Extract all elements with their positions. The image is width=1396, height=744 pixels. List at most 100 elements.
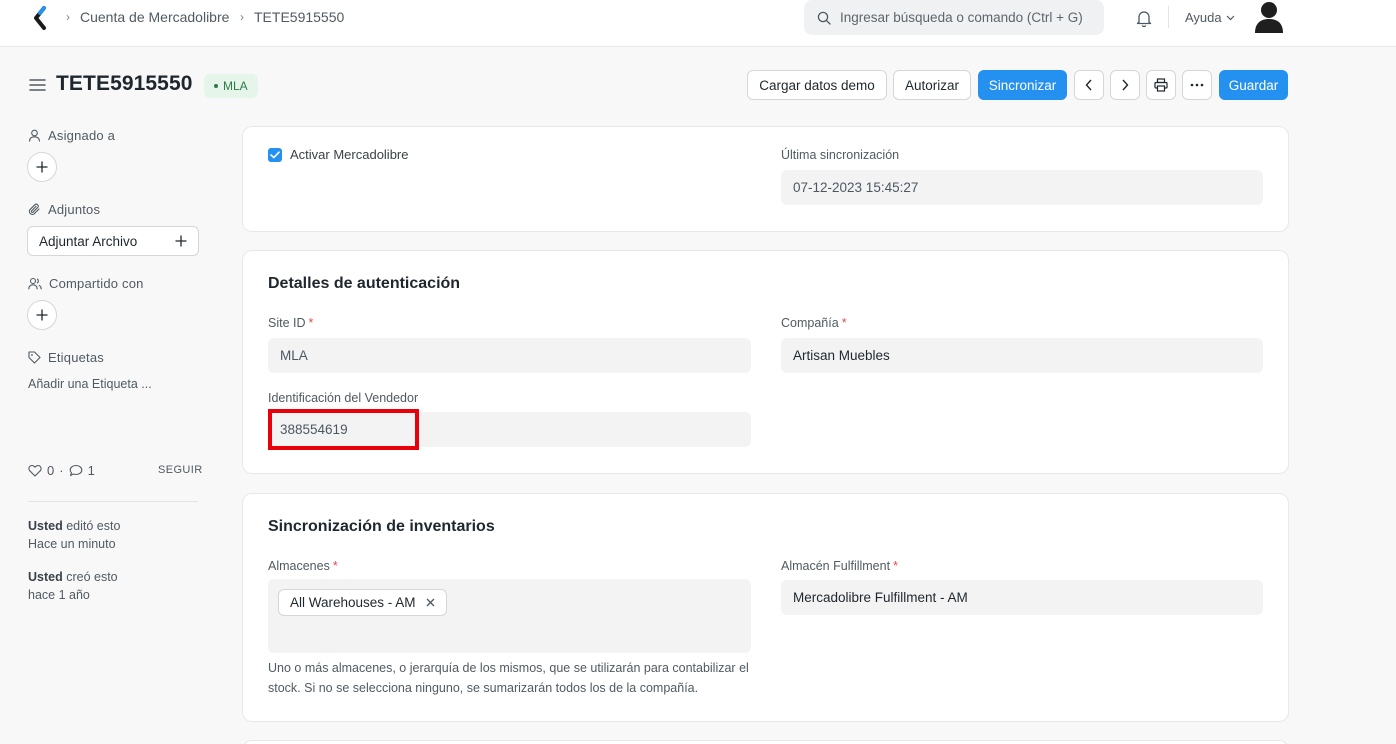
printer-icon [1154, 78, 1168, 92]
top-navbar: › Cuenta de Mercadolibre › TETE5915550 I… [0, 0, 1396, 47]
checkbox-checked-icon[interactable] [268, 147, 282, 162]
plus-icon [36, 161, 48, 173]
paperclip-icon [28, 203, 40, 215]
print-button[interactable] [1146, 70, 1176, 100]
activation-section: Activar Mercadolibre Última sincronizaci… [242, 126, 1289, 232]
navbar-divider [1168, 6, 1169, 28]
warehouses-multiselect[interactable]: All Warehouses - AM [268, 579, 751, 653]
required-marker: * [308, 316, 314, 330]
attach-file-button[interactable]: Adjuntar Archivo [27, 226, 199, 256]
comments-count: 1 [87, 463, 95, 478]
follow-button[interactable]: SEGUIR [158, 464, 203, 476]
sidebar-divider [28, 501, 198, 502]
attachments-section: Adjuntos [28, 202, 100, 217]
activity-time: Hace un minuto [28, 537, 116, 551]
chevron-left-icon [1085, 79, 1092, 91]
required-marker: * [841, 316, 847, 330]
notification-bell-icon[interactable] [1134, 8, 1154, 28]
warehouse-pill: All Warehouses - AM [278, 589, 447, 616]
required-marker: * [893, 559, 898, 573]
breadcrumb-item-1[interactable]: › Cuenta de Mercadolibre [66, 9, 229, 25]
tag-icon [28, 351, 41, 364]
activity-user: Usted [28, 519, 63, 533]
site-id-field[interactable]: MLA [268, 338, 751, 373]
likes-comments: 0 · 1 [28, 463, 95, 478]
search-input[interactable]: Ingresar búsqueda o comando (Ctrl + G) [804, 0, 1104, 35]
shared-with-section: Compartido con [28, 276, 144, 291]
heart-icon[interactable] [28, 464, 42, 477]
breadcrumb-label[interactable]: TETE5915550 [254, 9, 344, 25]
user-avatar-icon[interactable] [1254, 0, 1284, 33]
tags-section: Etiquetas [28, 350, 104, 365]
add-tag-link[interactable]: Añadir una Etiqueta ... [28, 377, 152, 391]
fulfillment-field[interactable]: Mercadolibre Fulfillment - AM [781, 580, 1263, 615]
shared-with-label: Compartido con [49, 276, 144, 291]
previous-record-button[interactable] [1074, 70, 1104, 100]
attachments-label: Adjuntos [48, 202, 101, 217]
fulfillment-label-text: Almacén Fulfillment [781, 559, 891, 573]
activity-action: editó esto [66, 519, 121, 533]
ellipsis-icon [1190, 83, 1204, 87]
warehouses-label: Almacenes * [268, 559, 338, 573]
chevron-right-icon: › [66, 10, 70, 24]
company-label-text: Compañía [781, 316, 839, 330]
status-label: MLA [223, 79, 248, 93]
last-sync-label: Última sincronización [781, 148, 900, 162]
search-icon [817, 11, 831, 25]
auth-details-section: Detalles de autenticación Site ID * MLA C… [242, 250, 1289, 474]
breadcrumb-item-2[interactable]: › TETE5915550 [240, 9, 344, 25]
inventory-sync-section: Sincronización de inventarios Almacenes *… [242, 493, 1289, 722]
chevron-down-icon [1226, 15, 1235, 20]
enable-mercadolibre-label: Activar Mercadolibre [290, 147, 409, 162]
auth-section-title: Detalles de autenticación [268, 275, 461, 292]
activity-item: Usted editó esto Hace un minuto [28, 517, 120, 553]
help-label: Ayuda [1185, 10, 1222, 25]
app-logo-icon[interactable] [30, 6, 52, 30]
likes-count: 0 [47, 463, 55, 478]
required-marker: * [332, 559, 338, 573]
attach-file-label: Adjuntar Archivo [39, 233, 138, 249]
page-title: TETE5915550 [56, 72, 193, 95]
more-options-button[interactable] [1182, 70, 1212, 100]
plus-icon [175, 235, 187, 247]
authorize-button[interactable]: Autorizar [893, 70, 971, 100]
inventory-section-title: Sincronización de inventarios [268, 518, 495, 535]
save-button[interactable]: Guardar [1219, 70, 1288, 100]
status-dot [214, 84, 218, 88]
load-demo-data-button[interactable]: Cargar datos demo [747, 70, 887, 100]
fulfillment-label: Almacén Fulfillment * [781, 559, 898, 573]
search-placeholder: Ingresar búsqueda o comando (Ctrl + G) [840, 10, 1083, 25]
site-id-label-text: Site ID [268, 316, 306, 330]
activity-time: hace 1 año [28, 588, 90, 602]
activity-line: Usted editó esto [28, 517, 120, 535]
activity-action: creó esto [66, 570, 118, 584]
close-icon[interactable] [426, 598, 435, 607]
activity-item: Usted creó esto hace 1 año [28, 568, 118, 604]
company-field[interactable]: Artisan Muebles [781, 338, 1263, 373]
user-icon [28, 129, 41, 142]
assigned-to-label: Asignado a [48, 128, 116, 143]
tags-label: Etiquetas [48, 350, 105, 365]
warehouses-label-text: Almacenes [268, 559, 330, 573]
add-share-button[interactable] [27, 300, 57, 330]
sync-button[interactable]: Sincronizar [978, 70, 1067, 100]
next-record-button[interactable] [1110, 70, 1140, 100]
warehouses-help-text: Uno o más almacenes, o jerarquía de los … [268, 661, 749, 695]
chevron-right-icon: › [240, 10, 244, 24]
chevron-right-icon [1122, 79, 1129, 91]
enable-mercadolibre-checkbox[interactable]: Activar Mercadolibre [268, 147, 409, 162]
assigned-to-section: Asignado a [28, 128, 115, 143]
seller-id-label: Identificación del Vendedor [268, 391, 419, 405]
add-assignee-button[interactable] [27, 152, 57, 182]
activity-line: Usted creó esto [28, 568, 118, 586]
plus-icon [36, 309, 48, 321]
highlight-box [268, 409, 419, 450]
activity-user: Usted [28, 570, 63, 584]
comment-icon[interactable] [69, 464, 83, 477]
sidebar-toggle-icon[interactable] [29, 78, 46, 92]
breadcrumb-label[interactable]: Cuenta de Mercadolibre [80, 9, 229, 25]
next-section [242, 740, 1289, 744]
separator-dot: · [59, 463, 64, 478]
last-sync-field: 07-12-2023 15:45:27 [781, 170, 1263, 205]
help-dropdown[interactable]: Ayuda [1185, 10, 1235, 25]
